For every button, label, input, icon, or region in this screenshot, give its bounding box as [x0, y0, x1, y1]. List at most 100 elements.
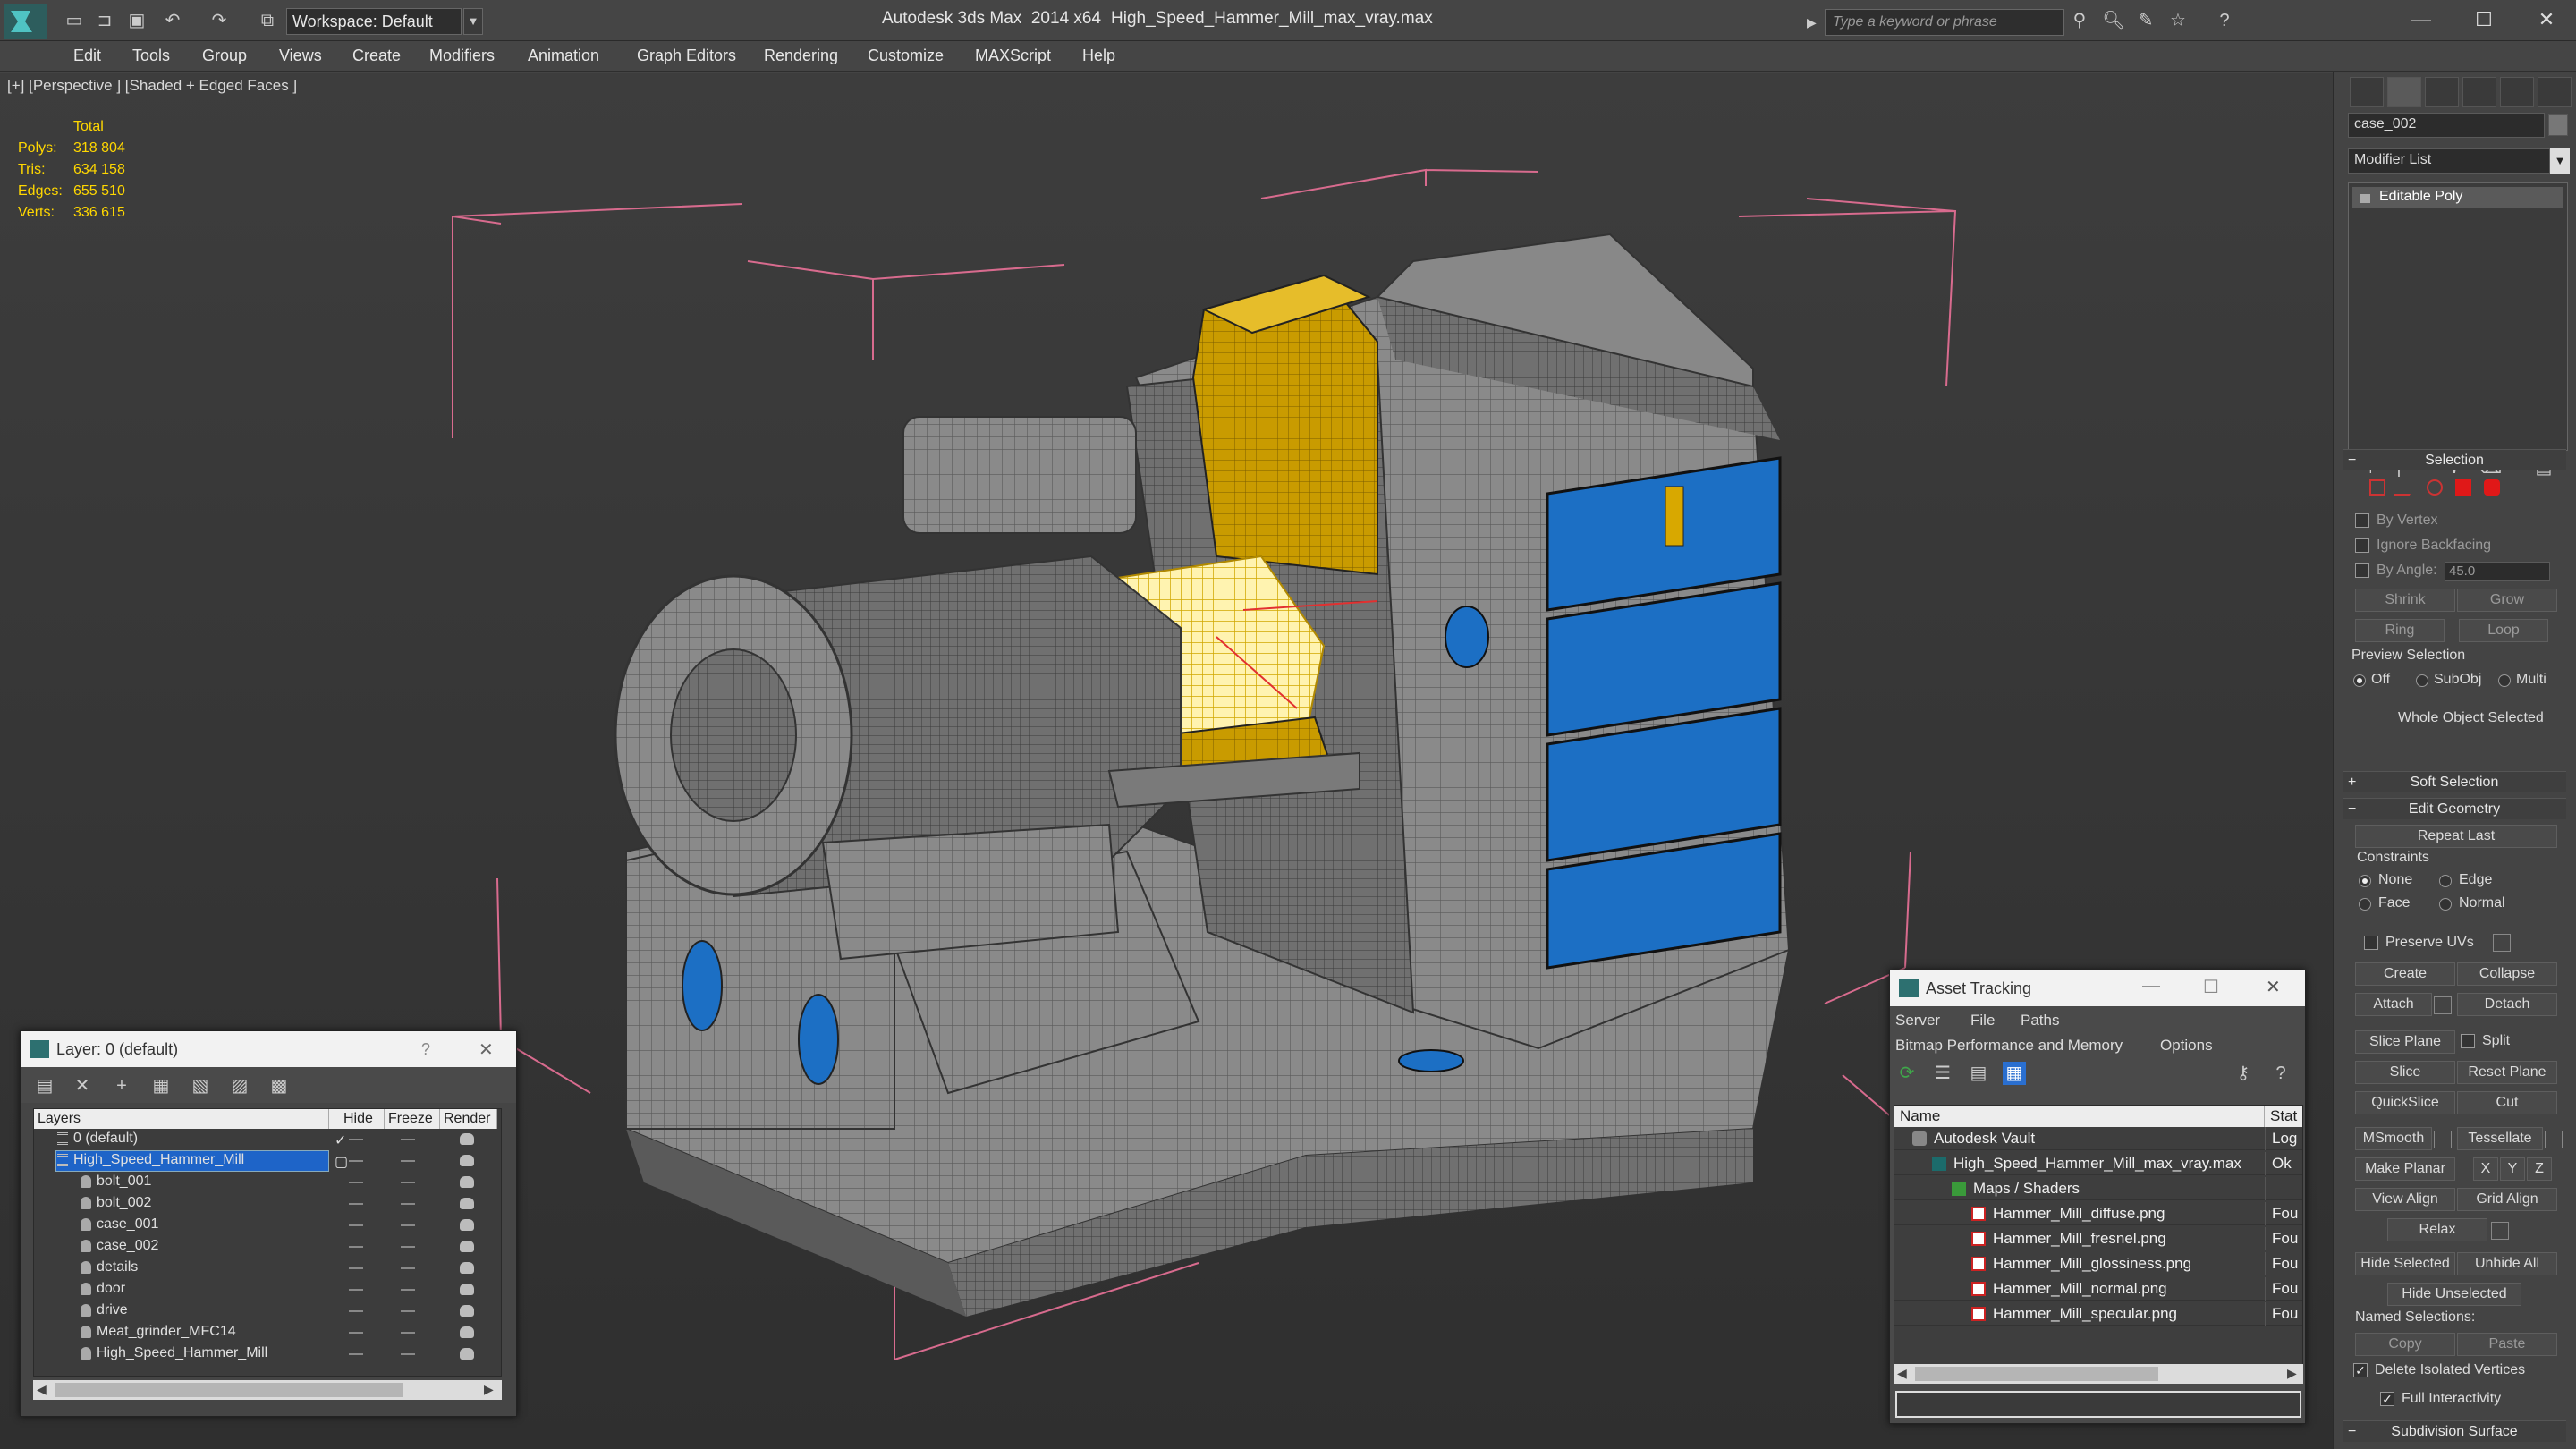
redo-icon[interactable]: ↷ — [208, 9, 231, 32]
binoculars-icon[interactable]: ⚲ — [2068, 9, 2091, 32]
undo-icon[interactable]: ↶ — [161, 9, 184, 32]
freeze-toggle[interactable] — [401, 1224, 415, 1226]
menu-file[interactable]: File — [1970, 1012, 1995, 1030]
column-header-layers[interactable]: Layers — [34, 1109, 329, 1129]
border-mode-icon[interactable] — [2427, 479, 2443, 496]
constraint-none-radio[interactable] — [2359, 875, 2371, 887]
menu-tools[interactable]: Tools — [132, 47, 170, 65]
motion-tab-icon[interactable] — [2462, 77, 2496, 107]
hide-toggle[interactable] — [349, 1182, 363, 1183]
menu-customize[interactable]: Customize — [868, 47, 944, 65]
column-header-hide[interactable]: Hide — [340, 1109, 385, 1129]
planar-y-button[interactable]: Y — [2500, 1157, 2525, 1181]
constraint-normal-radio[interactable] — [2439, 898, 2452, 911]
by-angle-checkbox[interactable] — [2355, 564, 2369, 578]
freeze-toggle[interactable] — [401, 1139, 415, 1140]
asset-row[interactable]: Autodesk Vault Log — [1894, 1127, 2302, 1150]
menu-modifiers[interactable]: Modifiers — [429, 47, 495, 65]
menu-maxscript[interactable]: MAXScript — [975, 47, 1051, 65]
object-name-field[interactable]: case_002 — [2348, 113, 2545, 138]
asset-path-field[interactable] — [1895, 1391, 2301, 1418]
refresh-icon[interactable]: ⟳ — [1895, 1062, 1919, 1085]
planar-z-button[interactable]: Z — [2527, 1157, 2552, 1181]
freeze-toggle[interactable] — [401, 1246, 415, 1248]
asset-row[interactable]: Maps / Shaders — [1894, 1177, 2302, 1200]
hide-toggle[interactable] — [349, 1353, 363, 1355]
search-icon[interactable]: 🔍︎ — [2102, 9, 2125, 32]
help-icon[interactable]: ? — [2269, 1062, 2292, 1085]
hide-toggle[interactable] — [349, 1224, 363, 1226]
viewport-label[interactable]: [+] [Perspective ] [Shaded + Edged Faces… — [7, 77, 297, 95]
menu-options[interactable]: Options — [2160, 1037, 2213, 1055]
layer-object-row[interactable]: door — [34, 1279, 503, 1301]
preserve-uvs-checkbox[interactable] — [2364, 936, 2378, 950]
search-expand-icon[interactable]: ▶ — [1807, 11, 1823, 34]
render-teapot-icon[interactable] — [460, 1348, 474, 1360]
render-teapot-icon[interactable] — [460, 1176, 474, 1188]
freeze-toggle[interactable] — [401, 1182, 415, 1183]
preview-subobj-radio[interactable] — [2416, 674, 2428, 687]
horizontal-scrollbar[interactable]: ◀ ▶ — [1894, 1364, 2303, 1384]
delete-layer-icon[interactable]: ✕ — [71, 1074, 94, 1097]
detach-button[interactable]: Detach — [2457, 993, 2557, 1016]
freeze-toggle[interactable] — [401, 1332, 415, 1334]
hide-toggle[interactable] — [349, 1332, 363, 1334]
vault-login-icon[interactable]: ⚷ — [2232, 1062, 2255, 1085]
close-icon[interactable]: ✕ — [479, 1038, 494, 1061]
reset-plane-button[interactable]: Reset Plane — [2457, 1061, 2557, 1084]
menu-group[interactable]: Group — [202, 47, 247, 65]
render-teapot-icon[interactable] — [460, 1155, 474, 1166]
scrollbar-thumb[interactable] — [1915, 1367, 2158, 1381]
ignore-backfacing-checkbox[interactable] — [2355, 538, 2369, 553]
minimize-icon[interactable]: — — [2142, 976, 2160, 996]
modify-tab-icon[interactable] — [2387, 77, 2421, 107]
menu-graph-editors[interactable]: Graph Editors — [637, 47, 736, 65]
table-view-icon[interactable]: ▦ — [2003, 1062, 2026, 1085]
column-header-name[interactable]: Name — [1894, 1106, 2265, 1127]
maximize-icon[interactable]: ☐ — [2203, 976, 2219, 998]
create-layer-icon[interactable]: ▤ — [33, 1074, 56, 1097]
asset-row[interactable]: Hammer_Mill_diffuse.png Fou — [1894, 1202, 2302, 1225]
asset-row[interactable]: Hammer_Mill_glossiness.png Fou — [1894, 1252, 2302, 1275]
menu-views[interactable]: Views — [279, 47, 322, 65]
layer-row[interactable]: High_Speed_Hammer_Mill ▢ — [34, 1150, 503, 1172]
cut-button[interactable]: Cut — [2457, 1091, 2557, 1114]
column-header-freeze[interactable]: Freeze — [385, 1109, 440, 1129]
create-button[interactable]: Create — [2355, 962, 2455, 986]
layer-object-row[interactable]: drive — [34, 1301, 503, 1322]
polygon-mode-icon[interactable] — [2455, 479, 2471, 496]
open-file-icon[interactable]: ⊐ — [93, 9, 116, 32]
hide-all-layers-icon[interactable]: ▨ — [228, 1074, 251, 1097]
menu-server[interactable]: Server — [1895, 1012, 1940, 1030]
asset-row[interactable]: High_Speed_Hammer_Mill_max_vray.max Ok — [1894, 1152, 2302, 1175]
layer-object-row[interactable]: High_Speed_Hammer_Mill — [34, 1343, 503, 1365]
constraint-face-radio[interactable] — [2359, 898, 2371, 911]
freeze-toggle[interactable] — [401, 1203, 415, 1205]
tessellate-settings-icon[interactable] — [2545, 1131, 2563, 1148]
close-icon[interactable]: ✕ — [2266, 976, 2281, 998]
menu-edit[interactable]: Edit — [73, 47, 101, 65]
layer-row[interactable]: 0 (default) ✓ — [34, 1129, 503, 1150]
freeze-all-layers-icon[interactable]: ▩ — [267, 1074, 291, 1097]
edge-mode-icon[interactable] — [2393, 479, 2419, 496]
view-align-button[interactable]: View Align — [2355, 1188, 2455, 1211]
msmooth-button[interactable]: MSmooth — [2355, 1127, 2432, 1150]
stack-item-editable-poly[interactable]: Editable Poly — [2352, 187, 2563, 208]
help-icon[interactable]: ? — [421, 1040, 430, 1059]
layer-window-titlebar[interactable]: Layer: 0 (default) ? ✕ — [21, 1031, 516, 1067]
freeze-toggle[interactable] — [401, 1267, 415, 1269]
set-active-layer-icon[interactable]: ▢ — [335, 1153, 348, 1171]
layer-object-row[interactable]: details — [34, 1258, 503, 1279]
render-teapot-icon[interactable] — [460, 1326, 474, 1338]
freeze-toggle[interactable] — [401, 1310, 415, 1312]
select-objects-icon[interactable]: ▦ — [149, 1074, 173, 1097]
freeze-toggle[interactable] — [401, 1160, 415, 1162]
relax-button[interactable]: Relax — [2387, 1218, 2487, 1241]
help-icon[interactable]: ? — [2213, 9, 2236, 32]
unhide-all-button[interactable]: Unhide All — [2457, 1252, 2557, 1275]
full-interactivity-checkbox[interactable]: ✓ — [2380, 1392, 2394, 1406]
subdivision-surface-rollout-header[interactable]: − Subdivision Surface — [2343, 1420, 2566, 1442]
shrink-button[interactable]: Shrink — [2355, 589, 2455, 612]
loop-button[interactable]: Loop — [2459, 619, 2548, 642]
render-teapot-icon[interactable] — [460, 1219, 474, 1231]
